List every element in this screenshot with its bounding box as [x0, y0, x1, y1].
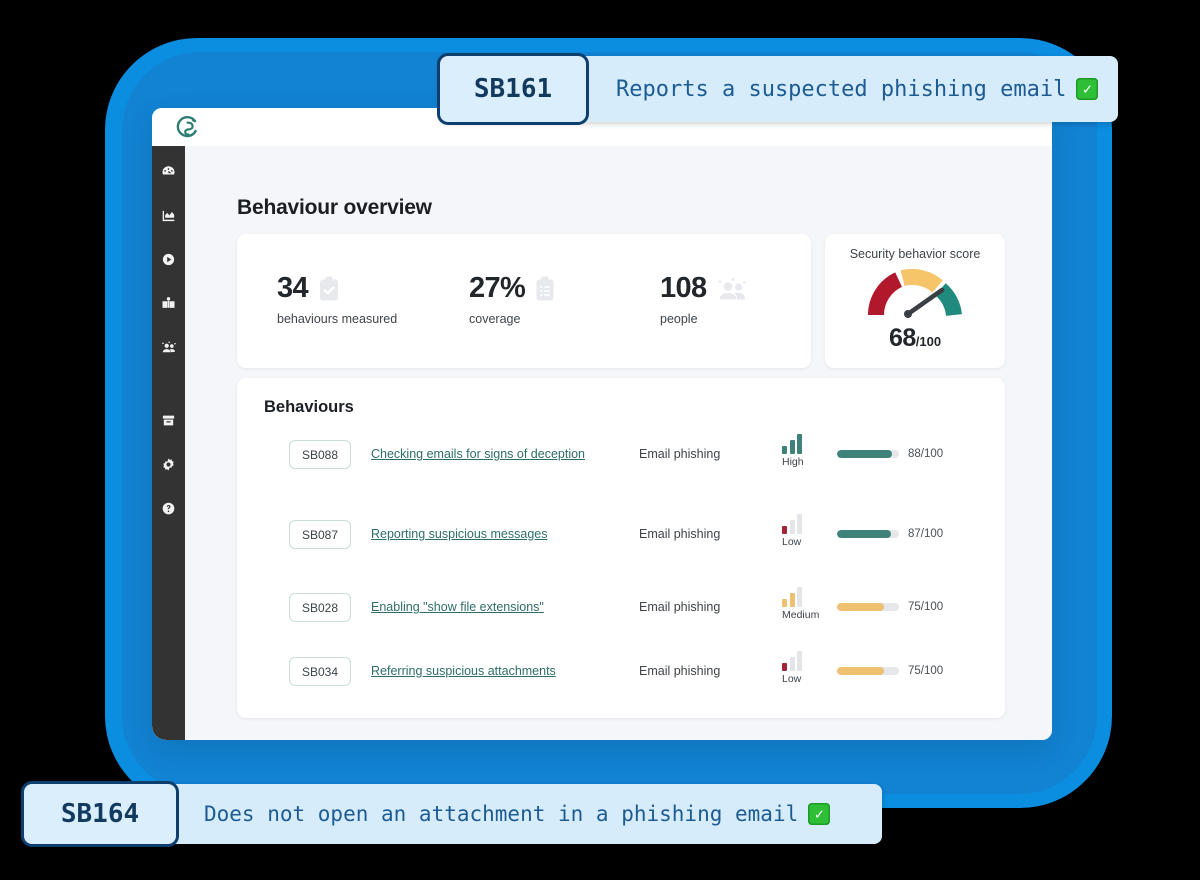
stat-coverage: 27% coverage — [469, 274, 556, 326]
callout-top: SB161 Reports a suspected phishing email… — [437, 53, 1118, 125]
callout-bottom: SB164 Does not open an attachment in a p… — [21, 781, 882, 847]
callout-id-badge: SB164 — [21, 781, 179, 847]
score-text: 75/100 — [908, 665, 944, 677]
score-cell: 75/100 — [837, 601, 943, 613]
main-content: Behaviour overview 34 behaviours measure… — [185, 146, 1052, 740]
score-progress-bar — [837, 450, 899, 458]
sidebar-item-analytics[interactable] — [152, 204, 185, 226]
callout-id-badge: SB161 — [437, 53, 589, 125]
behaviour-name-link[interactable]: Reporting suspicious messages — [371, 527, 547, 541]
behaviours-title: Behaviours — [264, 398, 354, 416]
risk-label: Low — [782, 536, 802, 548]
behaviour-name-link[interactable]: Checking emails for signs of deception — [371, 447, 585, 461]
stat-label: behaviours measured — [277, 312, 398, 326]
stat-behaviours-measured: 34 behaviours measured — [277, 272, 398, 327]
risk-label: Low — [782, 673, 802, 685]
sidebar-item-dashboard[interactable] — [152, 160, 185, 182]
risk-indicator: Medium — [782, 587, 842, 621]
behaviour-category: Email phishing — [639, 447, 721, 461]
behaviour-category: Email phishing — [639, 664, 721, 678]
gauge-score-value: 68 — [888, 324, 916, 352]
score-progress-bar — [837, 530, 899, 538]
stats-card: 34 behaviours measured 27% coverage 108 … — [237, 234, 811, 368]
stat-value: 34 — [277, 272, 309, 304]
huntress-logo-icon[interactable] — [174, 114, 200, 140]
table-row[interactable]: SB088 Checking emails for signs of decep… — [237, 426, 1005, 490]
score-cell: 88/100 — [837, 448, 943, 460]
callout-text: Reports a suspected phishing email ✓ — [616, 76, 1099, 102]
behaviour-name-link[interactable]: Enabling "show file extensions" — [371, 600, 544, 614]
score-progress-bar — [837, 667, 899, 675]
security-score-card: Security behavior score 68/100 — [825, 234, 1005, 368]
sidebar-item-archive[interactable] — [152, 409, 185, 431]
clipboard-check-icon — [317, 276, 341, 302]
stat-label: coverage — [469, 312, 521, 326]
behaviour-id-chip[interactable]: SB088 — [289, 440, 351, 469]
app-window: Behaviour overview 34 behaviours measure… — [152, 108, 1052, 740]
table-row[interactable]: SB028 Enabling "show file extensions" Em… — [237, 579, 1005, 643]
stat-value: 27% — [469, 272, 526, 304]
risk-indicator: Low — [782, 514, 842, 548]
risk-indicator: High — [782, 434, 842, 468]
stat-label: people — [660, 312, 698, 326]
behaviour-id-chip[interactable]: SB028 — [289, 593, 351, 622]
stat-value: 108 — [660, 272, 707, 304]
score-cell: 87/100 — [837, 528, 943, 540]
check-mark-icon: ✓ — [808, 803, 831, 825]
sidebar-item-people[interactable] — [152, 336, 185, 358]
sidebar — [152, 146, 185, 740]
stat-people: 108 people — [660, 274, 748, 326]
behaviours-card: Behaviours SB088 Checking emails for sig… — [237, 378, 1005, 718]
table-row[interactable]: SB087 Reporting suspicious messages Emai… — [237, 506, 1005, 570]
gauge-title: Security behavior score — [849, 247, 981, 261]
score-progress-bar — [837, 603, 899, 611]
clipboard-list-icon — [534, 276, 556, 302]
gauge-score-denominator: /100 — [915, 334, 942, 349]
sidebar-item-learning[interactable] — [152, 292, 185, 314]
signal-bars-icon — [782, 514, 842, 534]
score-text: 75/100 — [908, 601, 944, 613]
risk-label: Medium — [782, 609, 820, 621]
page-title: Behaviour overview — [237, 196, 432, 219]
gauge-score: 68/100 — [825, 324, 1005, 353]
behaviour-name-link[interactable]: Referring suspicious attachments — [371, 664, 556, 678]
behaviour-category: Email phishing — [639, 600, 721, 614]
risk-indicator: Low — [782, 651, 842, 685]
table-row[interactable]: SB034 Referring suspicious attachments E… — [237, 643, 1005, 707]
signal-bars-icon — [782, 651, 842, 671]
score-cell: 75/100 — [837, 665, 943, 677]
callout-text-label: Reports a suspected phishing email — [616, 76, 1067, 102]
callout-text-label: Does not open an attachment in a phishin… — [204, 802, 799, 826]
check-mark-icon: ✓ — [1076, 78, 1099, 100]
sidebar-item-settings[interactable] — [152, 453, 185, 475]
callout-text: Does not open an attachment in a phishin… — [204, 802, 831, 826]
sidebar-item-training[interactable] — [152, 248, 185, 270]
signal-bars-icon — [782, 587, 842, 607]
behaviour-id-chip[interactable]: SB087 — [289, 520, 351, 549]
risk-label: High — [782, 456, 804, 468]
behaviour-id-chip[interactable]: SB034 — [289, 657, 351, 686]
gauge-chart — [868, 267, 962, 326]
score-text: 88/100 — [908, 448, 944, 460]
score-text: 87/100 — [908, 528, 944, 540]
signal-bars-icon — [782, 434, 842, 454]
people-icon — [716, 277, 748, 301]
sidebar-item-help[interactable] — [152, 497, 185, 519]
behaviour-category: Email phishing — [639, 527, 721, 541]
